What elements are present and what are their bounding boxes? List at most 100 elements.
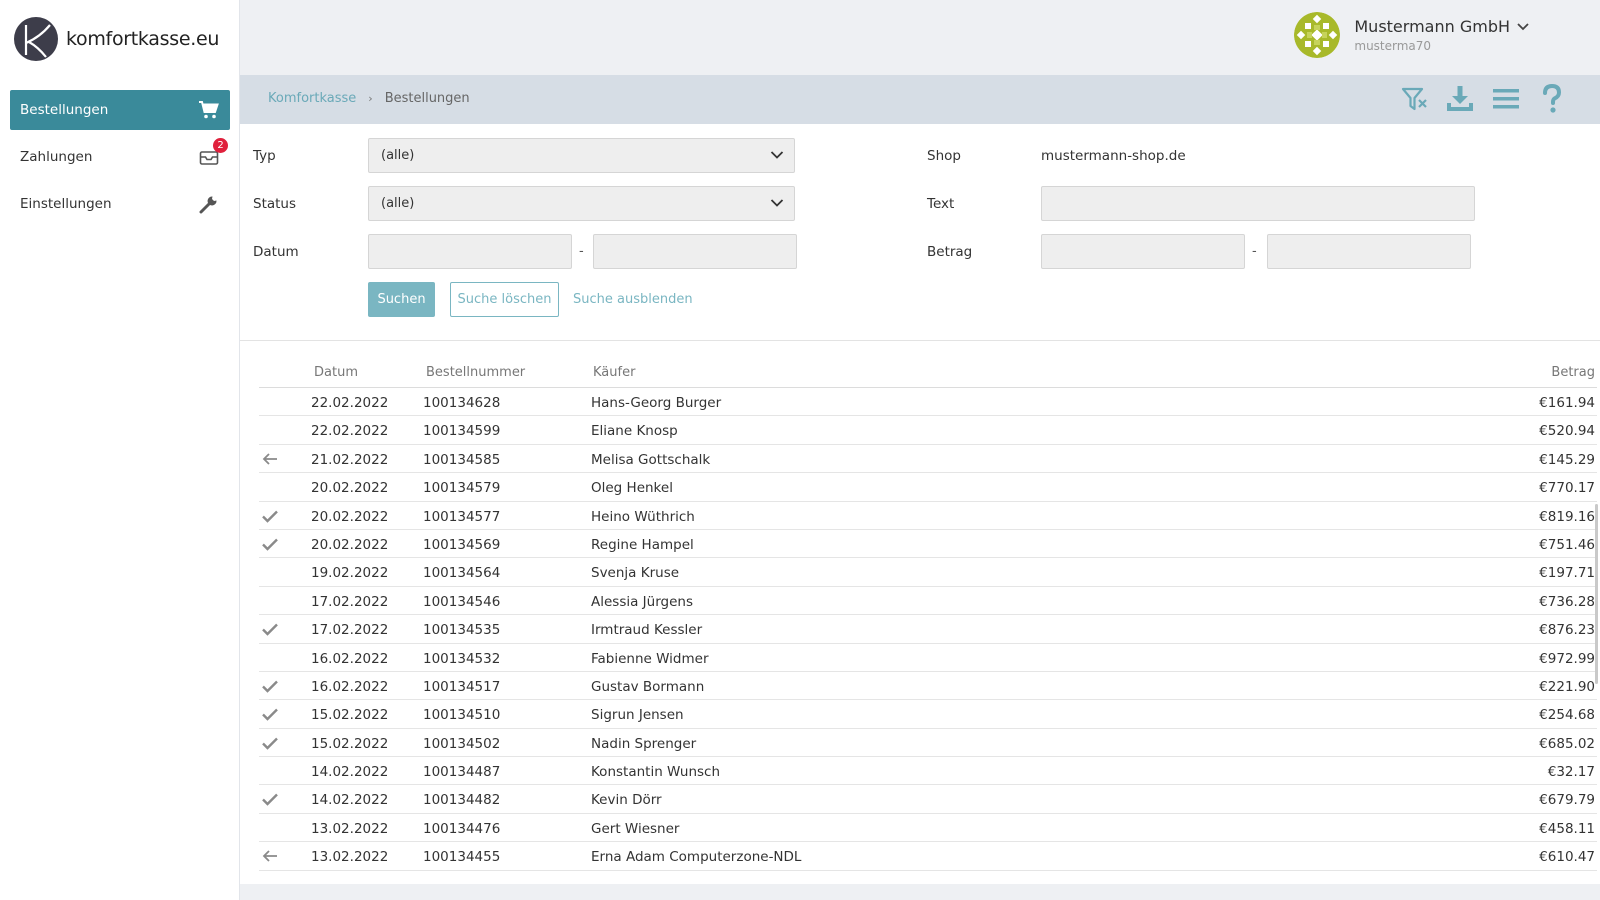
status-select-value: (alle) bbox=[381, 196, 415, 211]
breadcrumb-current: Bestellungen bbox=[384, 91, 470, 106]
date-separator: - bbox=[579, 244, 584, 259]
cell-date: 13.02.2022 bbox=[311, 820, 389, 837]
cell-order-number: 100134487 bbox=[423, 764, 501, 781]
cell-amount: €770.17 bbox=[1539, 480, 1595, 497]
sidebar-item-label: Einstellungen bbox=[20, 196, 112, 212]
cell-date: 13.02.2022 bbox=[311, 849, 389, 866]
sidebar-item-bestellungen[interactable]: Bestellungen bbox=[10, 90, 230, 130]
amount-to-input[interactable] bbox=[1267, 234, 1471, 269]
cell-date: 16.02.2022 bbox=[311, 650, 389, 667]
cell-buyer: Sigrun Jensen bbox=[591, 707, 684, 724]
table-row[interactable]: 14.02.2022 100134487 Konstantin Wunsch €32.… bbox=[259, 757, 1597, 786]
account-menu[interactable]: Mustermann GmbH musterma70 bbox=[1294, 12, 1530, 58]
column-header-order[interactable]: Bestellnummer bbox=[426, 365, 525, 380]
cell-amount: €197.71 bbox=[1539, 565, 1595, 582]
check-icon bbox=[261, 734, 279, 752]
column-header-buyer[interactable]: Käufer bbox=[593, 365, 635, 380]
breadcrumb-root[interactable]: Komfortkasse bbox=[268, 91, 356, 106]
table-row[interactable]: 16.02.2022 100134517 Gustav Bormann €221.90 bbox=[259, 672, 1597, 701]
table-row[interactable]: 20.02.2022 100134579 Oleg Henkel €770.17 bbox=[259, 473, 1597, 502]
toolbar bbox=[1384, 83, 1568, 115]
table-row[interactable]: 19.02.2022 100134564 Svenja Kruse €197.71 bbox=[259, 558, 1597, 587]
cell-date: 20.02.2022 bbox=[311, 480, 389, 497]
text-input[interactable] bbox=[1041, 186, 1475, 221]
table-row[interactable]: 14.02.2022 100134482 Kevin Dörr €679.79 bbox=[259, 785, 1597, 814]
chevron-down-icon bbox=[1517, 22, 1529, 30]
clear-search-button[interactable]: Suche löschen bbox=[450, 282, 559, 317]
table-row[interactable]: 20.02.2022 100134569 Regine Hampel €751.46 bbox=[259, 530, 1597, 559]
sidebar-item-zahlungen[interactable]: Zahlungen 2 bbox=[10, 137, 230, 177]
cell-buyer: Regine Hampel bbox=[591, 536, 694, 553]
table-row[interactable]: 13.02.2022 100134455 Erna Adam Computerzon… bbox=[259, 842, 1597, 871]
sidebar-item-label: Bestellungen bbox=[20, 102, 109, 118]
hide-search-link[interactable]: Suche ausblenden bbox=[573, 292, 693, 307]
cell-buyer: Konstantin Wunsch bbox=[591, 764, 721, 781]
cell-date: 17.02.2022 bbox=[311, 622, 389, 639]
table-row[interactable]: 22.02.2022 100134628 Hans-Georg Burger €161… bbox=[259, 388, 1597, 417]
check-icon bbox=[261, 507, 279, 525]
cell-date: 15.02.2022 bbox=[311, 707, 389, 724]
table-row[interactable]: 17.02.2022 100134535 Irmtraud Kessler €876.… bbox=[259, 615, 1597, 644]
table-row[interactable]: 16.02.2022 100134532 Fabienne Widmer €972.9… bbox=[259, 644, 1597, 672]
sidebar-item-einstellungen[interactable]: Einstellungen bbox=[10, 184, 230, 224]
table-header: Datum Bestellnummer Käufer Betrag bbox=[259, 356, 1597, 388]
filter-clear-icon[interactable] bbox=[1398, 83, 1430, 115]
sidebar-item-label: Zahlungen bbox=[20, 149, 93, 165]
column-header-amount[interactable]: Betrag bbox=[1551, 365, 1595, 380]
brand-name: komfortkasse.eu bbox=[66, 28, 220, 50]
cell-buyer: Oleg Henkel bbox=[591, 480, 673, 497]
amount-from-input[interactable] bbox=[1041, 234, 1245, 269]
table-row[interactable]: 22.02.2022 100134599 Eliane Knosp €520.94 bbox=[259, 416, 1597, 445]
scrollbar[interactable] bbox=[1595, 504, 1598, 684]
cell-buyer: Nadin Sprenger bbox=[591, 735, 697, 752]
table-row[interactable]: 15.02.2022 100134502 Nadin Sprenger €685.02 bbox=[259, 729, 1597, 758]
logo[interactable]: komfortkasse.eu bbox=[14, 16, 219, 62]
text-label: Text bbox=[927, 196, 955, 212]
cell-date: 16.02.2022 bbox=[311, 678, 389, 695]
cell-date: 19.02.2022 bbox=[311, 565, 389, 582]
check-icon bbox=[261, 705, 279, 723]
cell-order-number: 100134535 bbox=[423, 622, 501, 639]
cell-date: 20.02.2022 bbox=[311, 508, 389, 525]
chevron-down-icon bbox=[770, 199, 784, 207]
cell-buyer: Erna Adam Computerzone-NDL bbox=[591, 849, 802, 866]
cell-buyer: Eliane Knosp bbox=[591, 423, 678, 440]
cell-amount: €610.47 bbox=[1539, 849, 1595, 866]
cell-buyer: Kevin Dörr bbox=[591, 792, 662, 809]
cell-amount: €685.02 bbox=[1539, 735, 1595, 752]
type-label: Typ bbox=[253, 148, 276, 164]
notification-badge: 2 bbox=[213, 138, 228, 153]
cell-date: 15.02.2022 bbox=[311, 735, 389, 752]
cell-amount: €819.16 bbox=[1539, 508, 1595, 525]
table-row[interactable]: 17.02.2022 100134546 Alessia Jürgens €736.2… bbox=[259, 587, 1597, 616]
table-row[interactable]: 20.02.2022 100134577 Heino Wüthrich €819.16 bbox=[259, 502, 1597, 530]
cell-date: 20.02.2022 bbox=[311, 536, 389, 553]
help-icon[interactable] bbox=[1536, 83, 1568, 115]
download-icon[interactable] bbox=[1444, 83, 1476, 115]
cell-buyer: Gustav Bormann bbox=[591, 678, 705, 695]
type-select[interactable]: (alle) bbox=[368, 138, 795, 173]
cart-icon bbox=[198, 99, 220, 121]
chevron-right-icon: › bbox=[368, 92, 373, 105]
column-header-date[interactable]: Datum bbox=[314, 365, 358, 380]
table-row[interactable]: 21.02.2022 100134585 Melisa Gottschalk €145… bbox=[259, 445, 1597, 474]
cell-order-number: 100134482 bbox=[423, 792, 501, 809]
cell-order-number: 100134564 bbox=[423, 565, 501, 582]
menu-icon[interactable] bbox=[1490, 83, 1522, 115]
table-row[interactable]: 15.02.2022 100134510 Sigrun Jensen €254.68 bbox=[259, 700, 1597, 729]
date-to-input[interactable] bbox=[593, 234, 797, 269]
cell-buyer: Heino Wüthrich bbox=[591, 508, 695, 525]
cell-date: 21.02.2022 bbox=[311, 451, 389, 468]
date-label: Datum bbox=[253, 244, 299, 260]
breadcrumb: Komfortkasse › Bestellungen bbox=[268, 91, 470, 106]
search-button[interactable]: Suchen bbox=[368, 282, 435, 317]
status-select[interactable]: (alle) bbox=[368, 186, 795, 221]
cell-amount: €145.29 bbox=[1539, 451, 1595, 468]
cell-buyer: Svenja Kruse bbox=[591, 565, 680, 582]
cell-order-number: 100134532 bbox=[423, 650, 501, 667]
date-from-input[interactable] bbox=[368, 234, 572, 269]
cell-buyer: Gert Wiesner bbox=[591, 820, 680, 837]
avatar bbox=[1294, 12, 1341, 58]
table-row[interactable]: 13.02.2022 100134476 Gert Wiesner €458.11 bbox=[259, 814, 1597, 843]
cell-date: 22.02.2022 bbox=[311, 423, 389, 440]
